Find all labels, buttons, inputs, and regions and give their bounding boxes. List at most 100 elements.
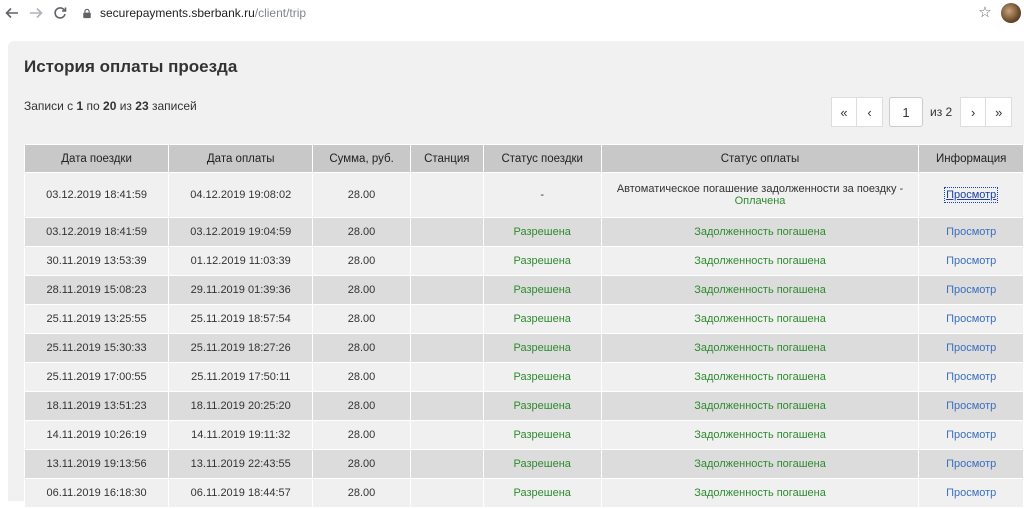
station-cell <box>409 420 484 450</box>
view-link[interactable]: Просмотр <box>944 187 999 203</box>
pay-status-text: Автоматическое погашение задолженности з… <box>616 183 904 195</box>
trip-date-cell: 14.11.2019 10:26:19 <box>23 420 170 450</box>
first-page-button[interactable]: « <box>831 97 857 127</box>
header-station[interactable]: Станция <box>409 144 484 173</box>
amount-cell: 28.00 <box>312 391 411 421</box>
amount-cell: 28.00 <box>312 420 411 450</box>
last-page-button[interactable]: » <box>986 97 1013 127</box>
header-trip-status[interactable]: Статус поездки <box>482 144 602 173</box>
pay-date-cell: 25.11.2019 18:57:54 <box>168 304 314 334</box>
pay-date-cell: 18.11.2019 20:25:20 <box>168 391 314 421</box>
pagination: « ‹ из 2 › » <box>831 97 1013 127</box>
view-link[interactable]: Просмотр <box>946 458 996 470</box>
amount-cell: 28.00 <box>312 362 411 392</box>
pay-date-cell: 14.11.2019 19:11:32 <box>168 420 314 450</box>
prev-page-button[interactable]: ‹ <box>857 97 883 127</box>
next-page-button[interactable]: › <box>960 97 987 127</box>
pay-status-cell: Задолженность погашена <box>600 246 920 276</box>
view-link[interactable]: Просмотр <box>946 371 996 383</box>
profile-avatar[interactable] <box>1001 3 1021 23</box>
view-link[interactable]: Просмотр <box>946 400 996 412</box>
info-cell: Просмотр <box>918 362 1024 392</box>
pay-status-cell: Задолженность погашена <box>600 304 920 334</box>
amount-cell: 28.00 <box>312 478 411 508</box>
trip-date-cell: 06.11.2019 16:18:30 <box>23 478 170 508</box>
view-link[interactable]: Просмотр <box>946 255 996 267</box>
table-row: 28.11.2019 15:08:23 29.11.2019 01:39:36 … <box>23 275 1024 305</box>
address-bar[interactable]: securepayments.sberbank.ru/client/trip <box>80 1 1000 25</box>
view-link[interactable]: Просмотр <box>946 342 996 354</box>
pay-status-cell: Задолженность погашена <box>600 391 920 421</box>
url-text: securepayments.sberbank.ru/client/trip <box>100 6 307 20</box>
view-link[interactable]: Просмотр <box>946 313 996 325</box>
amount-cell: 28.00 <box>312 246 411 276</box>
station-cell <box>409 449 484 479</box>
info-cell: Просмотр <box>918 391 1024 421</box>
records-info: Записи с 1 по 20 из 23 записей <box>24 99 197 113</box>
table-row: 14.11.2019 10:26:19 14.11.2019 19:11:32 … <box>23 420 1024 450</box>
trip-status-cell: Разрешена <box>482 333 602 363</box>
station-cell <box>409 333 484 363</box>
header-pay-status[interactable]: Статус оплаты <box>600 144 920 173</box>
info-cell: Просмотр <box>918 172 1024 218</box>
trip-date-cell: 03.12.2019 18:41:59 <box>23 217 170 247</box>
bookmark-star-icon[interactable]: ☆ <box>976 4 994 22</box>
station-cell <box>409 246 484 276</box>
pay-status-cell: Задолженность погашена <box>600 362 920 392</box>
browser-toolbar: securepayments.sberbank.ru/client/trip ☆ <box>0 0 1024 26</box>
pay-status-cell: Автоматическое погашение задолженности з… <box>600 172 920 218</box>
view-link[interactable]: Просмотр <box>946 429 996 441</box>
station-cell <box>409 172 484 218</box>
header-amount[interactable]: Сумма, руб. <box>312 144 411 173</box>
pay-status-cell: Задолженность погашена <box>600 333 920 363</box>
trip-status-cell: Разрешена <box>482 391 602 421</box>
header-trip-date[interactable]: Дата поездки <box>23 144 170 173</box>
pay-date-cell: 25.11.2019 17:50:11 <box>168 362 314 392</box>
page-count-label: из 2 <box>930 105 953 119</box>
station-cell <box>409 217 484 247</box>
content-panel: История оплаты проезда Записи с 1 по 20 … <box>8 41 1024 508</box>
info-cell: Просмотр <box>918 449 1024 479</box>
trip-status-cell: Разрешена <box>482 217 602 247</box>
trip-status-cell: - <box>482 172 602 218</box>
view-link[interactable]: Просмотр <box>946 226 996 238</box>
forward-arrow-icon[interactable] <box>24 1 48 25</box>
table-row: 30.11.2019 13:53:39 01.12.2019 11:03:39 … <box>23 246 1024 276</box>
pay-status-cell: Задолженность погашена <box>600 478 920 508</box>
station-cell <box>409 391 484 421</box>
pay-status-cell: Задолженность погашена <box>600 449 920 479</box>
table-row: 03.12.2019 18:41:59 03.12.2019 19:04:59 … <box>23 217 1024 247</box>
pay-status-cell: Задолженность погашена <box>600 275 920 305</box>
info-cell: Просмотр <box>918 333 1024 363</box>
reload-icon[interactable] <box>48 1 72 25</box>
table-row: 25.11.2019 13:25:55 25.11.2019 18:57:54 … <box>23 304 1024 334</box>
trip-status-cell: Разрешена <box>482 478 602 508</box>
table-row: 06.11.2019 16:18:30 06.11.2019 18:44:57 … <box>23 478 1024 508</box>
table-row: 03.12.2019 18:41:59 04.12.2019 19:08:02 … <box>23 172 1024 218</box>
pay-date-cell: 06.11.2019 18:44:57 <box>168 478 314 508</box>
table-header-row: Дата поездки Дата оплаты Сумма, руб. Ста… <box>23 144 1024 173</box>
page-number-input[interactable] <box>889 97 923 127</box>
back-arrow-icon[interactable] <box>0 1 24 25</box>
amount-cell: 28.00 <box>312 449 411 479</box>
pay-date-cell: 13.11.2019 22:43:55 <box>168 449 314 479</box>
trip-status-cell: Разрешена <box>482 304 602 334</box>
amount-cell: 28.00 <box>312 275 411 305</box>
trip-status-cell: Разрешена <box>482 275 602 305</box>
info-cell: Просмотр <box>918 217 1024 247</box>
trip-status-cell: Разрешена <box>482 420 602 450</box>
trip-date-cell: 13.11.2019 19:13:56 <box>23 449 170 479</box>
info-cell: Просмотр <box>918 246 1024 276</box>
table-row: 13.11.2019 19:13:56 13.11.2019 22:43:55 … <box>23 449 1024 479</box>
header-pay-date[interactable]: Дата оплаты <box>168 144 314 173</box>
trips-table: Дата поездки Дата оплаты Сумма, руб. Ста… <box>23 144 1024 508</box>
pay-date-cell: 25.11.2019 18:27:26 <box>168 333 314 363</box>
amount-cell: 28.00 <box>312 333 411 363</box>
view-link[interactable]: Просмотр <box>946 284 996 296</box>
trip-status-cell: Разрешена <box>482 246 602 276</box>
header-info[interactable]: Информация <box>918 144 1024 173</box>
info-cell: Просмотр <box>918 478 1024 508</box>
info-cell: Просмотр <box>918 420 1024 450</box>
page-title: История оплаты проезда <box>24 57 238 76</box>
view-link[interactable]: Просмотр <box>946 487 996 499</box>
